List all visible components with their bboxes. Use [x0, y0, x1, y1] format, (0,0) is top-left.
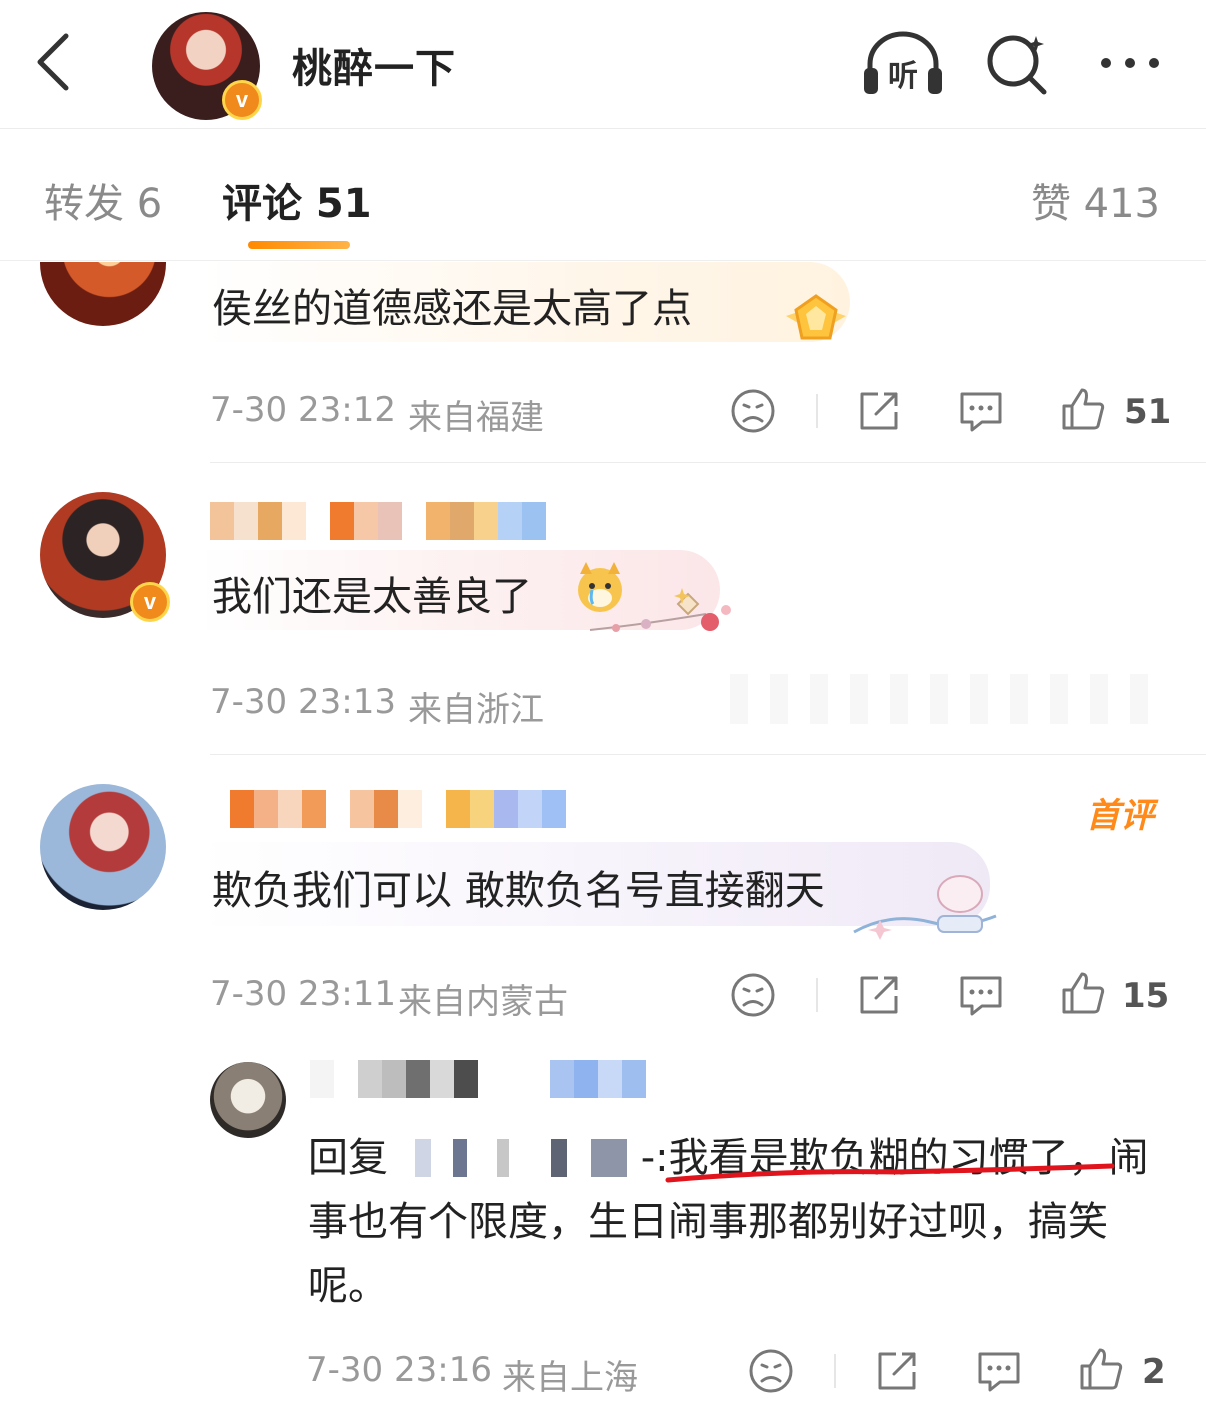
reply-icon[interactable] [956, 970, 1006, 1020]
tab-bar: 转发 6 评论 51 赞 413 [0, 129, 1206, 261]
reply-icon[interactable] [956, 386, 1006, 436]
flower-decoration-icon [589, 588, 731, 632]
red-underline-annotation [665, 1163, 1115, 1183]
back-arrow-icon[interactable] [34, 32, 74, 92]
username-blurred[interactable] [210, 502, 546, 540]
tab-repost[interactable]: 转发 6 [44, 171, 162, 229]
comment-location: 来自浙江 [408, 690, 544, 730]
username-blurred[interactable] [230, 790, 566, 828]
search-icon[interactable] [984, 30, 1050, 96]
separator [816, 978, 818, 1012]
like-count: 51 [1124, 392, 1172, 432]
verified-badge-icon: v [222, 80, 262, 120]
tab-likes[interactable]: 赞 413 [1031, 171, 1160, 229]
separator [816, 394, 818, 428]
reply-icon[interactable] [974, 1346, 1024, 1396]
verified-badge-icon: v [130, 582, 170, 622]
reply-prefix: 回复 [308, 1135, 388, 1181]
separator [834, 1354, 836, 1388]
comment-text: 欺负我们可以 敢欺负名号直接翻天 [212, 868, 825, 914]
dislike-face-icon[interactable] [746, 1346, 796, 1396]
like-thumb-icon[interactable] [1058, 384, 1108, 434]
comment-location: 来自内蒙古 [398, 982, 568, 1022]
action-bar-faded [730, 674, 1160, 724]
headphones-icon: 听 [864, 31, 942, 94]
comment-text: 侯丝的道德感还是太高了点 [212, 286, 692, 332]
like-thumb-icon[interactable] [1076, 1344, 1126, 1394]
comment-time: 7-30 23:12 [210, 390, 396, 430]
divider [210, 754, 1206, 755]
active-tab-indicator [248, 241, 350, 249]
medal-icon [786, 294, 846, 340]
listen-button[interactable]: 听 [860, 28, 946, 98]
dislike-face-icon[interactable] [728, 970, 778, 1020]
page-title: 桃醉一下 [292, 46, 456, 92]
top-bar: v 桃醉一下 听 [0, 0, 1206, 129]
like-count: 2 [1142, 1352, 1166, 1392]
comment-text: 我们还是太善良了 [212, 574, 532, 620]
divider [210, 462, 1206, 463]
comment-time: 7-30 23:11 [210, 974, 396, 1014]
share-icon[interactable] [854, 386, 904, 436]
first-comment-badge: 首评 [1086, 796, 1154, 836]
mentioned-user-blurred[interactable] [400, 1139, 641, 1177]
like-thumb-icon[interactable] [1058, 968, 1108, 1018]
listen-label: 听 [888, 59, 918, 94]
reply-text: 回复 -:我看是欺负糊的习惯了，闹事也有个限度，生日闹事那都别好过呗，搞笑呢。 [308, 1126, 1168, 1318]
username-blurred[interactable] [310, 1060, 646, 1098]
share-icon[interactable] [854, 970, 904, 1020]
comment-location: 来自福建 [408, 398, 544, 438]
like-count: 15 [1122, 976, 1170, 1016]
comment-time: 7-30 23:13 [210, 682, 396, 722]
reply-time: 7-30 23:16 [306, 1350, 492, 1390]
replier-avatar[interactable] [210, 1062, 286, 1138]
gramophone-decoration-icon [853, 875, 997, 940]
share-icon[interactable] [872, 1346, 922, 1396]
dislike-face-icon[interactable] [728, 386, 778, 436]
tab-comment[interactable]: 评论 51 [222, 171, 372, 229]
more-options-icon[interactable] [1094, 38, 1166, 88]
commenter-avatar[interactable] [40, 784, 166, 910]
reply-location: 来自上海 [502, 1358, 638, 1398]
